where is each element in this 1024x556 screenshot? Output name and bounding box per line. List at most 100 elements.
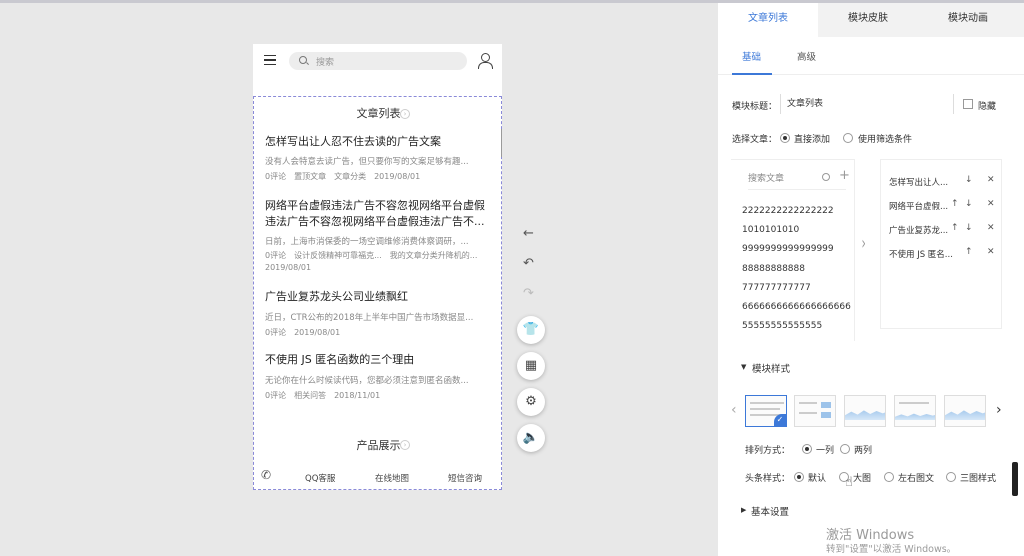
search-icon[interactable] [822,173,830,181]
hand-cursor-icon: ☝ [845,475,853,490]
move-up-icon[interactable]: ↑ [951,199,959,209]
article-title[interactable]: 不使用 JS 匿名函数的三个理由 [265,352,493,368]
redo-icon[interactable]: ↷ [523,286,534,301]
activate-windows-subtitle: 转到"设置"以激活 Windows。 [826,544,957,555]
module-title-input[interactable]: 文章列表 [780,94,956,114]
move-down-icon[interactable]: ↓ [965,223,973,233]
divider [953,94,954,114]
filter-radio[interactable] [843,133,853,143]
settings-icon[interactable]: ⚙ [517,388,545,416]
module-style-title[interactable]: 模块样式 [752,361,790,375]
arrange-one-column-radio[interactable] [802,444,812,454]
add-icon[interactable]: + [839,168,850,183]
more-icon[interactable]: › [400,440,410,450]
article-title[interactable]: 怎样写出让人忍不住去读的广告文案 [265,134,493,150]
article-meta: 0评论 2019/08/01 [265,327,348,338]
search-icon [299,56,307,64]
move-up-icon[interactable]: ↑ [951,223,959,233]
move-up-icon[interactable]: ↑ [965,247,973,257]
grid-icon[interactable]: ▦ [517,352,545,380]
list-item[interactable]: 88888888888 [742,264,805,274]
subtab-basic[interactable]: 基础 [742,49,761,63]
arrange-two-column-radio[interactable] [840,444,850,454]
back-arrow-icon[interactable]: ← [523,226,534,241]
remove-icon[interactable]: ✕ [987,199,995,209]
caret-right-icon[interactable]: ▶ [741,506,746,514]
meta-category: 文章分类 [334,172,367,181]
style-thumb-5[interactable] [944,395,986,427]
remove-icon[interactable]: ✕ [987,175,995,185]
list-item[interactable]: 9999999999999999 [742,244,834,254]
style-thumb-4[interactable] [894,395,936,427]
tab-module-skin[interactable]: 模块皮肤 [818,3,918,37]
speaker-icon[interactable]: 🔈 [517,424,545,452]
list-item[interactable]: 55555555555555 [742,321,822,331]
phone-call-icon[interactable]: ✆ [261,468,271,482]
arrange-option-label: 一列 [816,446,835,456]
list-item[interactable]: 广告业复苏龙... [889,224,955,236]
thumb-line [799,412,817,414]
list-item[interactable]: 1010101010 [742,225,799,235]
list-item[interactable]: 6666666666666666666 [742,302,851,312]
hide-checkbox[interactable] [963,99,973,109]
caret-down-icon[interactable]: ▼ [741,363,746,371]
footer-link-map[interactable]: 在线地图 [375,472,409,484]
move-down-icon[interactable]: ↓ [965,175,973,185]
panel-subtabs: 基础 高级 [718,37,1024,75]
list-item[interactable]: 怎样写出让人... [889,176,955,188]
settings-panel: 文章列表 模块皮肤 模块动画 基础 高级 模块标题： 文章列表 隐藏 选择文章：… [718,3,1024,556]
basic-settings-title[interactable]: 基本设置 [751,504,789,518]
article-title[interactable]: 网络平台虚假违法广告不容忽视网络平台虚假违法广告不容忽视网络平台虚假违法广告不.… [265,198,493,230]
tshirt-icon[interactable]: 👕 [517,316,545,344]
headline-option-label: 默认 [808,474,827,484]
list-item[interactable]: 777777777777 [742,283,811,293]
footer-link-sms[interactable]: 短信咨询 [448,472,482,484]
active-subtab-indicator [732,73,772,75]
thumb-line [799,402,817,404]
article-list-module[interactable]: 文章列表 › 怎样写出让人忍不住去读的广告文案 没有人会特意去读广告，但只要你写… [253,96,502,490]
meta-comments: 0评论 [265,172,287,181]
select-article-label: 选择文章： [732,135,778,145]
headline-default-radio[interactable] [794,472,804,482]
tab-article-list[interactable]: 文章列表 [718,3,818,37]
move-down-icon[interactable]: ↓ [965,199,973,209]
tab-module-animation[interactable]: 模块动画 [918,3,1018,37]
style-thumb-3[interactable] [844,395,886,427]
list-item[interactable]: 2222222222222222 [742,206,834,216]
article-summary: 近日，CTR公布的2018年上半年中国广告市场数据显... [265,313,474,323]
direct-add-radio[interactable] [780,133,790,143]
chevron-right-icon[interactable]: › [996,402,1002,418]
meta-comments: 0评论 [265,391,287,400]
article-meta: 0评论 设计反馈精神可靠福克... 我的文章分类升降机的... [265,250,485,261]
thumb-line [899,402,929,404]
style-thumb-1[interactable]: ✓ [745,395,787,427]
arrange-label: 排列方式： [745,446,791,456]
chevron-left-icon[interactable]: ‹ [731,402,737,418]
more-icon[interactable]: › [400,109,410,119]
style-thumb-2[interactable] [794,395,836,427]
thumb-image [821,402,831,408]
search-input[interactable]: 搜索 [289,52,467,70]
thumb-image [845,410,885,420]
side-handle[interactable] [1012,462,1018,496]
footer-link-qq[interactable]: QQ客服 [305,472,335,484]
meta-date: 2019/08/01 [294,328,341,337]
article-title[interactable]: 广告业复苏龙头公司业绩飘红 [265,289,493,305]
subtab-advanced[interactable]: 高级 [797,49,816,63]
meta-date: 2019/08/01 [265,263,312,272]
undo-icon[interactable]: ↶ [523,256,534,271]
headline-option-label: 三图样式 [960,474,997,484]
headline-leftright-radio[interactable] [884,472,894,482]
user-icon[interactable] [478,53,493,69]
list-item[interactable]: 网络平台虚假... [889,200,955,212]
hamburger-menu-icon[interactable] [264,55,276,65]
headline-threeimage-radio[interactable] [946,472,956,482]
list-item[interactable]: 不使用 JS 匿名... [889,248,955,260]
chevron-right-icon[interactable]: › [861,233,865,254]
remove-icon[interactable]: ✕ [987,223,995,233]
article-summary: 日前，上海市消保委的一场空调维修消费体察调研，... [265,237,469,247]
scrollbar[interactable] [501,129,502,157]
article-meta: 0评论 置顶文章 文章分类 2019/08/01 [265,171,428,182]
article-search-input[interactable]: 搜索文章 [748,170,846,190]
remove-icon[interactable]: ✕ [987,247,995,257]
